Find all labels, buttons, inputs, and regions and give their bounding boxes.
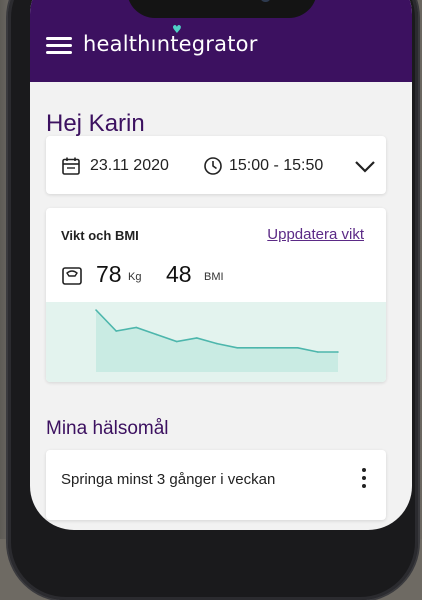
weight-point xyxy=(317,351,319,353)
weight-point xyxy=(115,330,117,332)
weight-point xyxy=(95,309,97,311)
app-screen: healthıntegrator ♥ Hej Karin 23.11 2020 … xyxy=(30,0,412,530)
weight-point xyxy=(216,342,218,345)
appointment-card[interactable]: 23.11 2020 15:00 - 15:50 xyxy=(46,136,386,194)
bmi-value: 48 xyxy=(166,261,192,287)
chevron-down-icon[interactable] xyxy=(354,160,376,174)
hamburger-icon[interactable] xyxy=(46,37,72,55)
greeting-title: Hej Karin xyxy=(46,110,145,137)
weight-area-fill xyxy=(96,310,338,372)
weight-point xyxy=(175,340,178,343)
phone-frame: healthıntegrator ♥ Hej Karin 23.11 2020 … xyxy=(8,0,418,600)
calendar-icon xyxy=(62,157,80,175)
weight-point xyxy=(276,347,279,349)
app-logo: healthıntegrator ♥ xyxy=(83,23,258,56)
weight-point xyxy=(155,333,158,336)
heart-icon: ♥ xyxy=(172,23,183,36)
weight-value: 78 xyxy=(96,261,122,287)
update-weight-link[interactable]: Uppdatera vikt xyxy=(267,226,364,243)
clock-icon xyxy=(204,157,222,175)
appointment-date: 23.11 2020 xyxy=(90,157,169,174)
weight-point xyxy=(256,347,259,349)
kebab-icon[interactable] xyxy=(360,466,368,490)
goals-title: Mina hälsomål xyxy=(46,418,169,439)
appointment-time: 15:00 - 15:50 xyxy=(229,157,324,174)
weight-point xyxy=(196,337,198,339)
weight-point xyxy=(337,351,339,353)
weight-chart-area xyxy=(46,302,386,382)
weight-card-title: Vikt och BMI xyxy=(61,228,139,243)
weight-unit: Kg xyxy=(128,271,142,283)
weight-point xyxy=(296,347,299,349)
weight-point xyxy=(135,326,138,329)
bmi-unit: BMI xyxy=(204,271,224,283)
device-notch xyxy=(127,0,317,18)
goal-card[interactable]: Springa minst 3 gånger i veckan xyxy=(46,450,386,520)
scale-icon xyxy=(62,267,82,285)
weight-trend-chart xyxy=(95,309,339,372)
weight-bmi-card: Vikt och BMI Uppdatera vikt 78 Kg 48 BMI xyxy=(46,208,386,382)
weight-point xyxy=(236,347,238,349)
front-camera xyxy=(260,0,271,2)
goal-text: Springa minst 3 gånger i veckan xyxy=(61,471,276,488)
logo-text: healthıntegrator xyxy=(83,32,258,56)
